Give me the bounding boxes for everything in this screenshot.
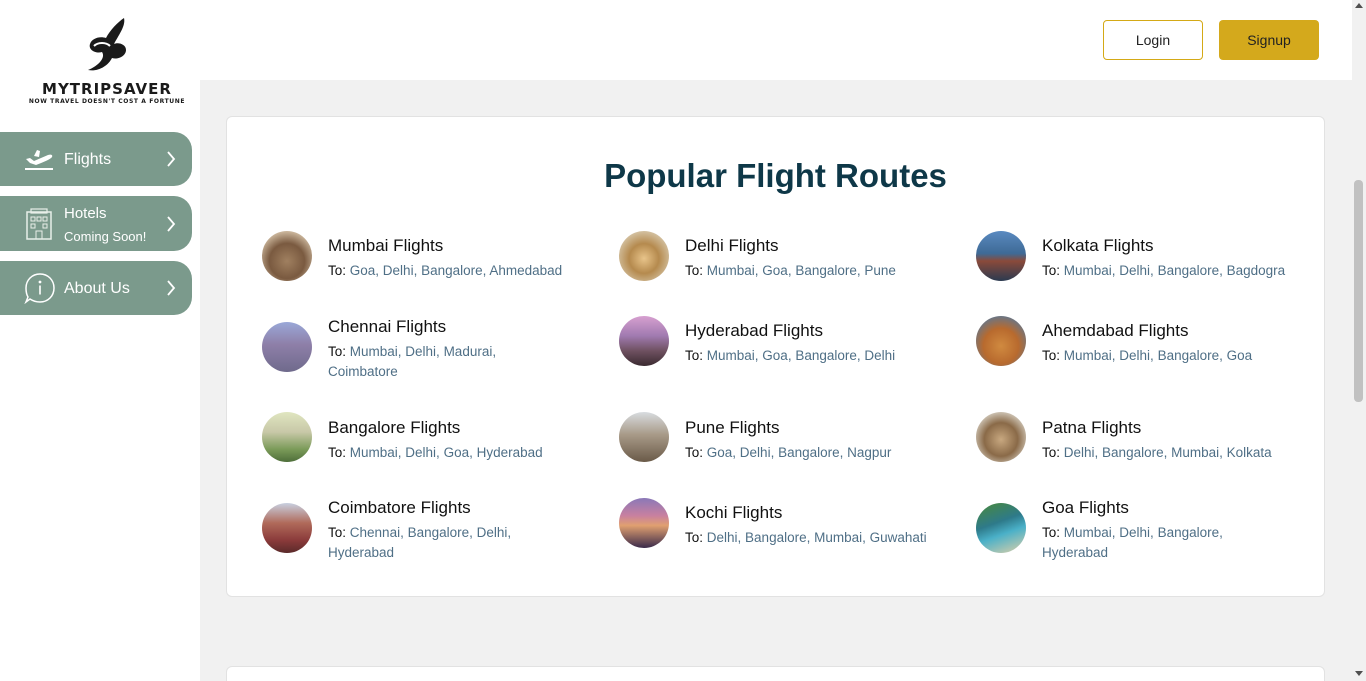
route-item-patna[interactable]: Patna Flights To: Delhi, Bangalore, Mumb…	[976, 412, 1306, 464]
popular-routes-card: Popular Flight Routes Mumbai Flights To:…	[226, 116, 1325, 597]
route-title[interactable]: Hyderabad Flights	[685, 321, 823, 341]
destination-links[interactable]: Mumbai, Delhi, Madurai, Coimbatore	[328, 344, 496, 379]
to-label: To:	[1042, 445, 1061, 460]
to-label: To:	[328, 263, 347, 278]
route-destinations: To: Goa, Delhi, Bangalore, Ahmedabad	[328, 261, 598, 281]
info-icon	[24, 273, 55, 304]
section-title: Popular Flight Routes	[604, 157, 947, 194]
coimbatore-thumbnail	[262, 503, 312, 553]
route-destinations: To: Mumbai, Goa, Bangalore, Pune	[685, 261, 955, 281]
route-destinations: To: Mumbai, Goa, Bangalore, Delhi	[685, 346, 955, 366]
sidebar-item-about-label: About Us	[64, 280, 130, 297]
patna-thumbnail	[976, 412, 1026, 462]
destination-links[interactable]: Goa, Delhi, Bangalore, Nagpur	[707, 445, 892, 460]
destination-links[interactable]: Delhi, Bangalore, Mumbai, Kolkata	[1064, 445, 1272, 460]
route-item-pune[interactable]: Pune Flights To: Goa, Delhi, Bangalore, …	[619, 412, 949, 464]
route-destinations: To: Goa, Delhi, Bangalore, Nagpur	[685, 443, 955, 463]
coming-soon-label: Coming Soon!	[64, 229, 147, 244]
destination-links[interactable]: Goa, Delhi, Bangalore, Ahmedabad	[350, 263, 562, 278]
route-title[interactable]: Delhi Flights	[685, 236, 779, 256]
hyderabad-thumbnail	[619, 316, 669, 366]
route-title[interactable]: Kochi Flights	[685, 503, 782, 523]
route-title[interactable]: Goa Flights	[1042, 498, 1129, 518]
scroll-down-arrow-icon[interactable]	[1355, 671, 1363, 676]
route-item-kochi[interactable]: Kochi Flights To: Delhi, Bangalore, Mumb…	[619, 497, 949, 549]
scrollbar-thumb[interactable]	[1354, 180, 1363, 402]
route-item-hyderabad[interactable]: Hyderabad Flights To: Mumbai, Goa, Banga…	[619, 315, 949, 367]
destination-links[interactable]: Chennai, Bangalore, Delhi, Hyderabad	[328, 525, 511, 560]
brand-tagline: NOW TRAVEL DOESN'T COST A FORTUNE	[28, 98, 186, 105]
destination-links[interactable]: Mumbai, Delhi, Goa, Hyderabad	[350, 445, 543, 460]
route-title[interactable]: Ahemdabad Flights	[1042, 321, 1188, 341]
sidebar-item-flights[interactable]: Flights	[0, 132, 192, 186]
to-label: To:	[685, 263, 704, 278]
route-destinations: To: Mumbai, Delhi, Madurai, Coimbatore	[328, 342, 518, 382]
scroll-up-arrow-icon[interactable]	[1355, 3, 1363, 8]
top-header: Login Signup	[200, 0, 1352, 80]
destination-links[interactable]: Mumbai, Delhi, Bangalore, Hyderabad	[1042, 525, 1223, 560]
to-label: To:	[1042, 263, 1061, 278]
to-label: To:	[328, 525, 347, 540]
route-title[interactable]: Mumbai Flights	[328, 236, 443, 256]
route-destinations: To: Mumbai, Delhi, Goa, Hyderabad	[328, 443, 598, 463]
route-destinations: To: Mumbai, Delhi, Bangalore, Hyderabad	[1042, 523, 1242, 563]
route-item-goa[interactable]: Goa Flights To: Mumbai, Delhi, Bangalore…	[976, 498, 1306, 560]
kochi-thumbnail	[619, 498, 669, 548]
bangalore-thumbnail	[262, 412, 312, 462]
destination-links[interactable]: Mumbai, Delhi, Bangalore, Goa	[1064, 348, 1252, 363]
route-item-ahemdabad[interactable]: Ahemdabad Flights To: Mumbai, Delhi, Ban…	[976, 315, 1306, 367]
to-label: To:	[1042, 525, 1061, 540]
to-label: To:	[685, 530, 704, 545]
route-destinations: To: Chennai, Bangalore, Delhi, Hyderabad	[328, 523, 538, 563]
route-item-chennai[interactable]: Chennai Flights To: Mumbai, Delhi, Madur…	[262, 317, 592, 379]
route-destinations: To: Delhi, Bangalore, Mumbai, Kolkata	[1042, 443, 1312, 463]
chennai-thumbnail	[262, 322, 312, 372]
chevron-right-icon	[167, 280, 176, 296]
sidebar-item-hotels[interactable]: Hotels Coming Soon!	[0, 196, 192, 251]
route-title[interactable]: Coimbatore Flights	[328, 498, 471, 518]
destination-links[interactable]: Mumbai, Goa, Bangalore, Pune	[707, 263, 896, 278]
to-label: To:	[685, 348, 704, 363]
signup-button[interactable]: Signup	[1219, 20, 1319, 60]
logo-mark-icon	[88, 18, 126, 71]
route-item-mumbai[interactable]: Mumbai Flights To: Goa, Delhi, Bangalore…	[262, 230, 592, 282]
route-destinations: To: Mumbai, Delhi, Bangalore, Bagdogra	[1042, 261, 1312, 281]
destination-links[interactable]: Mumbai, Goa, Bangalore, Delhi	[707, 348, 895, 363]
route-destinations: To: Mumbai, Delhi, Bangalore, Goa	[1042, 346, 1312, 366]
kolkata-thumbnail	[976, 231, 1026, 281]
pune-thumbnail	[619, 412, 669, 462]
login-button[interactable]: Login	[1103, 20, 1203, 60]
goa-thumbnail	[976, 503, 1026, 553]
next-section-card	[226, 666, 1325, 681]
to-label: To:	[1042, 348, 1061, 363]
route-title[interactable]: Chennai Flights	[328, 317, 446, 337]
airplane-takeoff-icon	[25, 150, 53, 170]
to-label: To:	[685, 445, 704, 460]
route-item-delhi[interactable]: Delhi Flights To: Mumbai, Goa, Bangalore…	[619, 230, 949, 282]
ahemdabad-thumbnail	[976, 316, 1026, 366]
route-item-coimbatore[interactable]: Coimbatore Flights To: Chennai, Bangalor…	[262, 498, 592, 560]
route-title[interactable]: Bangalore Flights	[328, 418, 460, 438]
route-item-kolkata[interactable]: Kolkata Flights To: Mumbai, Delhi, Banga…	[976, 230, 1306, 282]
sidebar-item-flights-label: Flights	[64, 151, 112, 168]
to-label: To:	[328, 344, 347, 359]
brand-logo[interactable]: MYTRIPSAVER NOW TRAVEL DOESN'T COST A FO…	[0, 12, 214, 110]
route-destinations: To: Delhi, Bangalore, Mumbai, Guwahati	[685, 528, 955, 548]
mumbai-thumbnail	[262, 231, 312, 281]
route-item-bangalore[interactable]: Bangalore Flights To: Mumbai, Delhi, Goa…	[262, 412, 592, 464]
sidebar: MYTRIPSAVER NOW TRAVEL DOESN'T COST A FO…	[0, 0, 200, 681]
brand-name: MYTRIPSAVER	[42, 80, 172, 98]
delhi-thumbnail	[619, 231, 669, 281]
destination-links[interactable]: Mumbai, Delhi, Bangalore, Bagdogra	[1064, 263, 1285, 278]
hotel-building-icon	[26, 208, 52, 240]
sidebar-item-hotels-label: Hotels	[64, 205, 107, 222]
sidebar-item-about[interactable]: About Us	[0, 261, 192, 315]
route-title[interactable]: Kolkata Flights	[1042, 236, 1154, 256]
chevron-right-icon	[167, 151, 176, 167]
route-title[interactable]: Patna Flights	[1042, 418, 1141, 438]
destination-links[interactable]: Delhi, Bangalore, Mumbai, Guwahati	[707, 530, 927, 545]
chevron-right-icon	[167, 216, 176, 232]
to-label: To:	[328, 445, 347, 460]
route-title[interactable]: Pune Flights	[685, 418, 780, 438]
